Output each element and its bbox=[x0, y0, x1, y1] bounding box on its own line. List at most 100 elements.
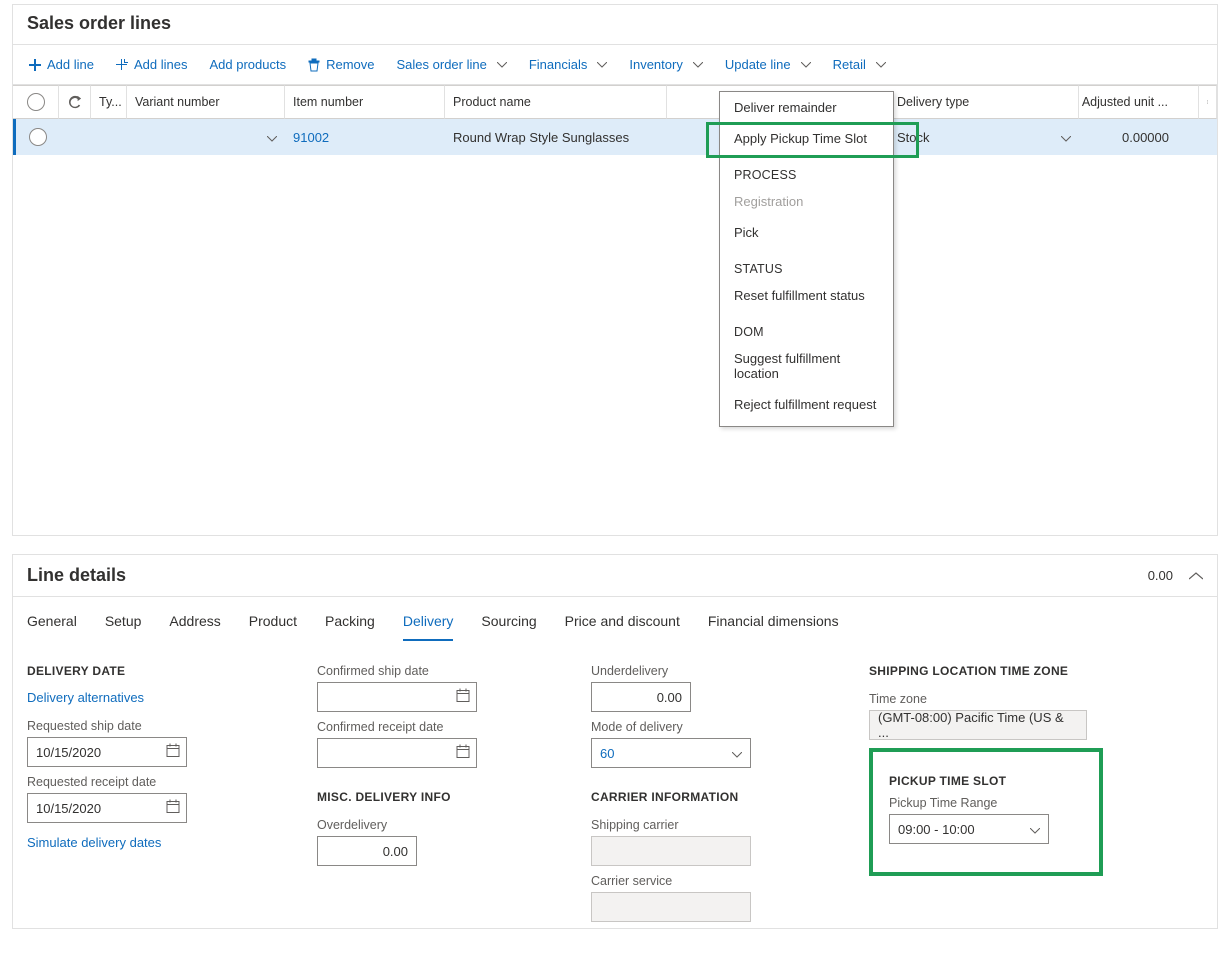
sales-order-line-dropdown[interactable]: Sales order line bbox=[387, 51, 517, 78]
confirmed-receipt-date-input[interactable] bbox=[317, 738, 477, 768]
carrier-service-input bbox=[591, 892, 751, 922]
menu-group-status: STATUS bbox=[720, 248, 893, 280]
sales-order-lines-panel: Sales order lines Add line Add lines Add… bbox=[12, 4, 1218, 536]
row-blank bbox=[59, 119, 91, 155]
confirmed-dates-column: Confirmed ship date Confirmed receipt da… bbox=[317, 664, 575, 922]
column-type[interactable]: Ty... bbox=[91, 85, 127, 119]
chevron-down-icon bbox=[876, 62, 886, 68]
cell-delivery-value: Stock bbox=[897, 130, 930, 145]
menu-reject-request[interactable]: Reject fulfillment request bbox=[720, 389, 893, 420]
column-item-number[interactable]: Item number bbox=[285, 85, 445, 119]
tab-general[interactable]: General bbox=[27, 613, 77, 641]
mode-carrier-column: Underdelivery 0.00 Mode of delivery 60 C… bbox=[591, 664, 853, 922]
delivery-form: DELIVERY DATE Delivery alternatives Requ… bbox=[13, 642, 1217, 928]
menu-reset-fulfillment[interactable]: Reset fulfillment status bbox=[720, 280, 893, 311]
cell-product-name: Round Wrap Style Sunglasses bbox=[445, 119, 667, 155]
calendar-icon[interactable] bbox=[456, 745, 470, 762]
confirmed-receipt-date-label: Confirmed receipt date bbox=[317, 720, 575, 734]
refresh-header[interactable] bbox=[59, 85, 91, 119]
requested-ship-date-label: Requested ship date bbox=[27, 719, 301, 733]
requested-receipt-date-input[interactable]: 10/15/2020 bbox=[27, 793, 187, 823]
cell-variant[interactable] bbox=[127, 119, 285, 155]
shipping-carrier-label: Shipping carrier bbox=[591, 818, 853, 832]
pickup-time-range-label: Pickup Time Range bbox=[889, 796, 1083, 810]
toolbar: Add line Add lines Add products Remove S… bbox=[13, 44, 1217, 85]
pickup-time-range-value: 09:00 - 10:00 bbox=[898, 822, 975, 837]
underdelivery-value: 0.00 bbox=[657, 690, 682, 705]
chevron-down-icon bbox=[267, 130, 277, 145]
menu-suggest-location[interactable]: Suggest fulfillment location bbox=[720, 343, 893, 389]
confirmed-ship-date-input[interactable] bbox=[317, 682, 477, 712]
remove-button[interactable]: Remove bbox=[298, 51, 384, 78]
chevron-down-icon bbox=[1061, 130, 1071, 145]
mode-of-delivery-value: 60 bbox=[600, 746, 614, 761]
tab-delivery[interactable]: Delivery bbox=[403, 613, 454, 641]
misc-delivery-heading: MISC. DELIVERY INFO bbox=[317, 790, 575, 804]
shipping-carrier-input bbox=[591, 836, 751, 866]
requested-ship-date-value: 10/15/2020 bbox=[36, 745, 101, 760]
collapse-button[interactable] bbox=[1189, 568, 1203, 583]
menu-apply-pickup[interactable]: Apply Pickup Time Slot bbox=[720, 123, 893, 154]
cell-adjusted: 0.00000 bbox=[1079, 119, 1199, 155]
financials-dropdown[interactable]: Financials bbox=[519, 51, 618, 78]
refresh-icon bbox=[68, 95, 82, 109]
overdelivery-value: 0.00 bbox=[383, 844, 408, 859]
tab-address[interactable]: Address bbox=[169, 613, 220, 641]
retail-dropdown[interactable]: Retail bbox=[823, 51, 896, 78]
add-products-label: Add products bbox=[209, 57, 286, 72]
inventory-label: Inventory bbox=[629, 57, 682, 72]
calendar-icon[interactable] bbox=[456, 689, 470, 706]
cell-item-number[interactable]: 91002 bbox=[285, 119, 445, 155]
menu-group-dom: DOM bbox=[720, 311, 893, 343]
column-adjusted-unit[interactable]: Adjusted unit ... bbox=[1079, 85, 1199, 119]
column-variant[interactable]: Variant number bbox=[127, 85, 285, 119]
column-product-name[interactable]: Product name bbox=[445, 85, 667, 119]
underdelivery-label: Underdelivery bbox=[591, 664, 853, 678]
trash-icon bbox=[308, 58, 320, 72]
tab-financial-dimensions[interactable]: Financial dimensions bbox=[708, 613, 839, 641]
chevron-down-icon bbox=[693, 62, 703, 68]
sales-order-line-label: Sales order line bbox=[397, 57, 487, 72]
cell-more bbox=[1199, 119, 1217, 155]
row-select[interactable] bbox=[16, 119, 59, 155]
calendar-icon[interactable] bbox=[166, 744, 180, 761]
chevron-down-icon bbox=[597, 62, 607, 68]
line-details-value: 0.00 bbox=[1148, 568, 1173, 583]
tab-product[interactable]: Product bbox=[249, 613, 297, 641]
menu-deliver-remainder[interactable]: Deliver remainder bbox=[720, 92, 893, 123]
table-row[interactable]: 91002 Round Wrap Style Sunglasses Stock … bbox=[13, 119, 1217, 155]
carrier-info-heading: CARRIER INFORMATION bbox=[591, 790, 853, 804]
chevron-up-icon bbox=[1189, 572, 1203, 580]
add-line-button[interactable]: Add line bbox=[19, 51, 104, 78]
more-vertical-icon bbox=[1207, 95, 1208, 109]
simulate-delivery-dates-link[interactable]: Simulate delivery dates bbox=[27, 835, 301, 850]
inventory-dropdown[interactable]: Inventory bbox=[619, 51, 712, 78]
add-lines-label: Add lines bbox=[134, 57, 187, 72]
tab-packing[interactable]: Packing bbox=[325, 613, 375, 641]
shipping-timezone-heading: SHIPPING LOCATION TIME ZONE bbox=[869, 664, 1203, 678]
tab-sourcing[interactable]: Sourcing bbox=[481, 613, 536, 641]
underdelivery-input[interactable]: 0.00 bbox=[591, 682, 691, 712]
calendar-icon[interactable] bbox=[166, 800, 180, 817]
add-lines-button[interactable]: Add lines bbox=[106, 51, 197, 78]
select-all-header[interactable] bbox=[13, 85, 59, 119]
overdelivery-input[interactable]: 0.00 bbox=[317, 836, 417, 866]
update-line-dropdown[interactable]: Update line bbox=[715, 51, 821, 78]
retail-label: Retail bbox=[833, 57, 866, 72]
column-more[interactable] bbox=[1199, 85, 1217, 119]
radio-all-icon bbox=[27, 93, 45, 111]
update-line-label: Update line bbox=[725, 57, 791, 72]
tab-setup[interactable]: Setup bbox=[105, 613, 142, 641]
mode-of-delivery-input[interactable]: 60 bbox=[591, 738, 751, 768]
delivery-alternatives-link[interactable]: Delivery alternatives bbox=[27, 690, 301, 705]
chevron-down-icon bbox=[497, 62, 507, 68]
cell-delivery-type[interactable]: Stock bbox=[889, 119, 1079, 155]
plus-lines-icon bbox=[116, 59, 128, 71]
grid-header: Ty... Variant number Item number Product… bbox=[13, 85, 1217, 119]
column-delivery-type[interactable]: Delivery type bbox=[889, 85, 1079, 119]
menu-pick[interactable]: Pick bbox=[720, 217, 893, 248]
requested-ship-date-input[interactable]: 10/15/2020 bbox=[27, 737, 187, 767]
add-products-button[interactable]: Add products bbox=[199, 51, 296, 78]
pickup-time-range-input[interactable]: 09:00 - 10:00 bbox=[889, 814, 1049, 844]
tab-price-discount[interactable]: Price and discount bbox=[565, 613, 680, 641]
